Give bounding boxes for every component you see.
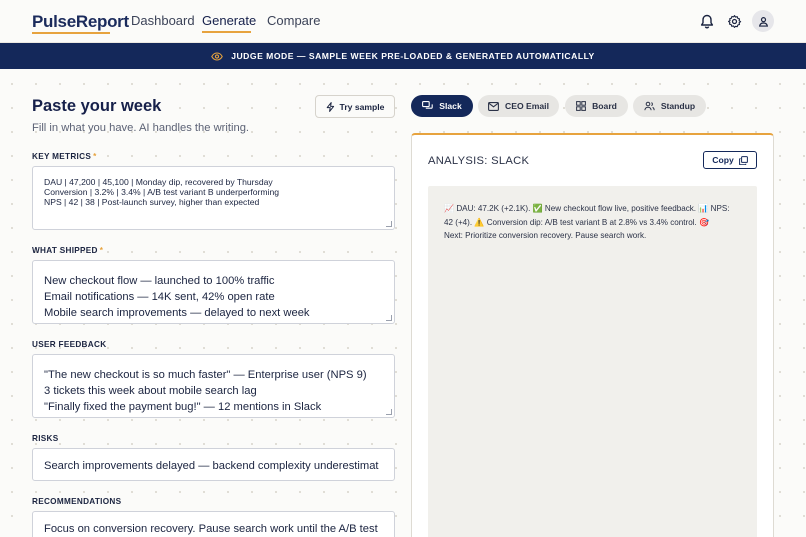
tab-slack-label: Slack <box>439 101 462 111</box>
recommendations-label: RECOMMENDATIONS <box>32 497 122 506</box>
bell-icon[interactable] <box>697 11 717 31</box>
resize-handle[interactable] <box>386 409 392 415</box>
generated-output[interactable]: 📈 DAU: 47.2K (+2.1K). ✅ New checkout flo… <box>428 186 757 537</box>
banner-text: JUDGE MODE — SAMPLE WEEK PRE-LOADED & GE… <box>231 51 595 61</box>
what-shipped-line: Mobile search improvements — delayed to … <box>44 307 310 319</box>
risks-input[interactable]: Search improvements delayed — backend co… <box>32 448 395 481</box>
key-metrics-textarea[interactable]: DAU | 47,200 | 45,100 | Monday dip, reco… <box>32 166 395 230</box>
user-feedback-line: "The new checkout is so much faster" — E… <box>44 369 367 381</box>
output-line: Next: Prioritize conversion recovery. Pa… <box>444 231 647 240</box>
resize-handle[interactable] <box>386 221 392 227</box>
output-panel-title: ANALYSIS: SLACK <box>428 155 530 167</box>
chat-icon <box>422 101 434 109</box>
user-avatar[interactable] <box>752 10 774 32</box>
try-sample-label: Try sample <box>339 101 385 112</box>
nav-generate[interactable]: Generate <box>202 13 256 28</box>
tab-standup[interactable]: Standup <box>633 95 706 117</box>
recommendations-input[interactable]: Focus on conversion recovery. Pause sear… <box>32 511 395 537</box>
tab-slack[interactable]: Slack <box>411 95 473 117</box>
copy-icon <box>738 155 748 165</box>
what-shipped-line: Email notifications — 14K sent, 42% open… <box>44 291 275 303</box>
nav-compare[interactable]: Compare <box>267 13 320 28</box>
risks-line: Search improvements delayed — backend co… <box>44 460 379 472</box>
try-sample-button[interactable]: Try sample <box>315 95 395 118</box>
grid-icon <box>576 101 586 111</box>
what-shipped-label: WHAT SHIPPED * <box>32 246 104 255</box>
user-icon <box>758 16 768 27</box>
key-metrics-label: KEY METRICS * <box>32 152 97 161</box>
user-feedback-label: USER FEEDBACK <box>32 340 107 349</box>
risks-label: RISKS <box>32 434 59 443</box>
judge-mode-banner: JUDGE MODE — SAMPLE WEEK PRE-LOADED & GE… <box>0 43 806 69</box>
copy-button[interactable]: Copy <box>703 151 757 169</box>
page-title: Paste your week <box>32 97 162 115</box>
copy-label: Copy <box>712 155 734 165</box>
user-feedback-line: 3 tickets this week about mobile search … <box>44 385 257 397</box>
user-feedback-textarea[interactable]: "The new checkout is so much faster" — E… <box>32 354 395 418</box>
user-feedback-line: "Finally fixed the payment bug!" — 12 me… <box>44 401 322 413</box>
logo-underline <box>32 32 110 34</box>
app-logo[interactable]: PulseReport <box>32 12 129 32</box>
nav-active-indicator <box>202 31 251 33</box>
tab-board-label: Board <box>592 101 617 111</box>
lightning-icon <box>326 101 334 112</box>
gear-icon[interactable] <box>724 11 744 31</box>
top-nav: PulseReport Dashboard Generate Compare <box>0 0 806 43</box>
mail-icon <box>488 101 499 111</box>
tab-board[interactable]: Board <box>565 95 628 117</box>
output-line: 📈 DAU: 47.2K (+2.1K). ✅ New checkout flo… <box>444 204 730 213</box>
page-subtitle: Fill in what you have. AI handles the wr… <box>32 122 250 134</box>
what-shipped-textarea[interactable]: New checkout flow — launched to 100% tra… <box>32 260 395 324</box>
people-icon <box>644 101 655 111</box>
key-metrics-line: Conversion | 3.2% | 3.4% | A/B test vari… <box>44 187 280 197</box>
tab-ceo-email-label: CEO Email <box>505 101 549 111</box>
tab-ceo-email[interactable]: CEO Email <box>478 95 559 117</box>
eye-icon <box>211 51 224 61</box>
output-line: 42 (+4). ⚠️ Conversion dip: A/B test var… <box>444 217 710 227</box>
what-shipped-line: New checkout flow — launched to 100% tra… <box>44 275 275 287</box>
resize-handle[interactable] <box>386 315 392 321</box>
tab-standup-label: Standup <box>660 101 696 111</box>
key-metrics-line: NPS | 42 | 38 | Post-launch survey, high… <box>44 197 260 207</box>
key-metrics-line: DAU | 47,200 | 45,100 | Monday dip, reco… <box>44 177 273 187</box>
recommendations-line: Focus on conversion recovery. Pause sear… <box>44 523 378 535</box>
nav-dashboard[interactable]: Dashboard <box>131 13 195 28</box>
